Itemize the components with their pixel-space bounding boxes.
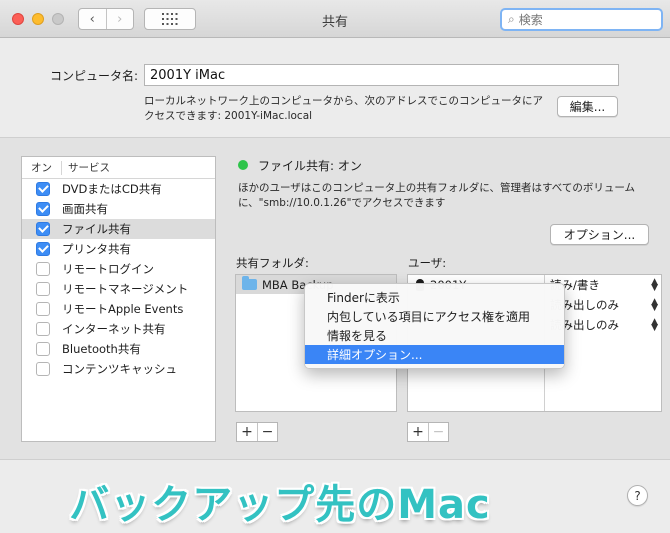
search-input[interactable]	[518, 12, 639, 27]
options-button[interactable]: オプション...	[550, 224, 649, 245]
updown-icon: ▲ ▼	[651, 317, 658, 333]
user-add-remove: + −	[407, 422, 449, 442]
service-row[interactable]: Bluetooth共有	[22, 339, 215, 359]
services-list-header: オン サービス	[22, 157, 215, 179]
service-label: リモートマネージメント	[62, 282, 189, 296]
remove-user-button[interactable]: −	[428, 423, 448, 441]
permission-popup[interactable]: 読み出しのみ ▲ ▼	[550, 295, 658, 315]
add-folder-button[interactable]: +	[237, 423, 257, 441]
service-row[interactable]: プリンタ共有	[22, 239, 215, 259]
column-header-on: オン	[22, 160, 62, 175]
permission-popup[interactable]: 読み出しのみ ▲ ▼	[550, 315, 658, 335]
service-label: 画面共有	[62, 202, 108, 216]
service-checkbox[interactable]	[36, 322, 50, 336]
computer-name-field[interactable]	[144, 64, 619, 86]
updown-icon: ▲ ▼	[651, 297, 658, 313]
service-label: コンテンツキャッシュ	[62, 362, 177, 376]
services-list: オン サービス DVDまたはCD共有 画面共有ファイル共有 プリンタ共有リモートログ…	[21, 156, 216, 442]
folder-icon	[242, 276, 257, 290]
shared-folders-label: 共有フォルダ:	[236, 256, 309, 270]
service-label: リモートApple Events	[62, 302, 184, 316]
service-checkbox[interactable]	[36, 202, 50, 216]
service-row[interactable]: 画面共有	[22, 199, 215, 219]
remove-folder-button[interactable]: −	[257, 423, 277, 441]
service-checkbox[interactable]	[36, 362, 50, 376]
add-user-button[interactable]: +	[408, 423, 428, 441]
service-row[interactable]: コンテンツキャッシュ	[22, 359, 215, 379]
service-label: DVDまたはCD共有	[62, 182, 162, 196]
service-label: Bluetooth共有	[62, 342, 141, 356]
status-indicator	[238, 160, 248, 170]
help-button[interactable]: ?	[627, 485, 648, 506]
search-field[interactable]: ⌕	[500, 8, 663, 31]
updown-icon: ▲ ▼	[651, 277, 658, 293]
service-label: プリンタ共有	[62, 242, 131, 256]
service-label: リモートログイン	[62, 262, 154, 276]
overlay-caption: バックアップ先のMac	[69, 482, 491, 528]
service-checkbox[interactable]	[36, 262, 50, 276]
service-label: インターネット共有	[62, 322, 166, 336]
service-checkbox[interactable]	[36, 182, 50, 196]
menu-item-apply-permissions[interactable]: 内包している項目にアクセス権を適用	[305, 307, 564, 326]
service-row[interactable]: リモートマネージメント	[22, 279, 215, 299]
sharing-window: ‹ › 共有 ⌕ コンピュータ名: ローカルネットワーク上のコンピュータから、次…	[0, 0, 670, 533]
folder-add-remove: + −	[236, 422, 278, 442]
context-menu: Finderに表示 内包している項目にアクセス権を適用 情報を見る 詳細オプショ…	[304, 283, 565, 369]
service-row[interactable]: ファイル共有	[22, 219, 215, 239]
search-icon: ⌕	[508, 12, 515, 26]
service-row[interactable]: DVDまたはCD共有	[22, 179, 215, 199]
service-checkbox[interactable]	[36, 302, 50, 316]
menu-item-get-info[interactable]: 情報を見る	[305, 326, 564, 345]
service-checkbox[interactable]	[36, 282, 50, 296]
service-checkbox[interactable]	[36, 222, 50, 236]
menu-item-show-in-finder[interactable]: Finderに表示	[305, 288, 564, 307]
service-row[interactable]: リモートApple Events	[22, 299, 215, 319]
service-label: ファイル共有	[62, 222, 131, 236]
menu-item-advanced-options[interactable]: 詳細オプション...	[305, 345, 564, 364]
column-header-service: サービス	[68, 162, 110, 174]
permission-popup[interactable]: 読み/書き ▲ ▼	[550, 275, 658, 295]
service-row[interactable]: インターネット共有	[22, 319, 215, 339]
file-sharing-status: ファイル共有: オン	[258, 159, 362, 173]
titlebar: ‹ › 共有 ⌕	[0, 0, 670, 38]
file-sharing-description: ほかのユーザはこのコンピュータ上の共有フォルダに、管理者はすべてのボリュームに、…	[238, 182, 636, 209]
service-row[interactable]: リモートログイン	[22, 259, 215, 279]
edit-button[interactable]: 編集...	[557, 96, 618, 117]
service-checkbox[interactable]	[36, 242, 50, 256]
users-label: ユーザ:	[408, 256, 447, 270]
computer-name-description: ローカルネットワーク上のコンピュータから、次のアドレスでこのコンピュータにアクセ…	[144, 95, 543, 122]
service-checkbox[interactable]	[36, 342, 50, 356]
computer-name-label: コンピュータ名:	[50, 69, 139, 83]
